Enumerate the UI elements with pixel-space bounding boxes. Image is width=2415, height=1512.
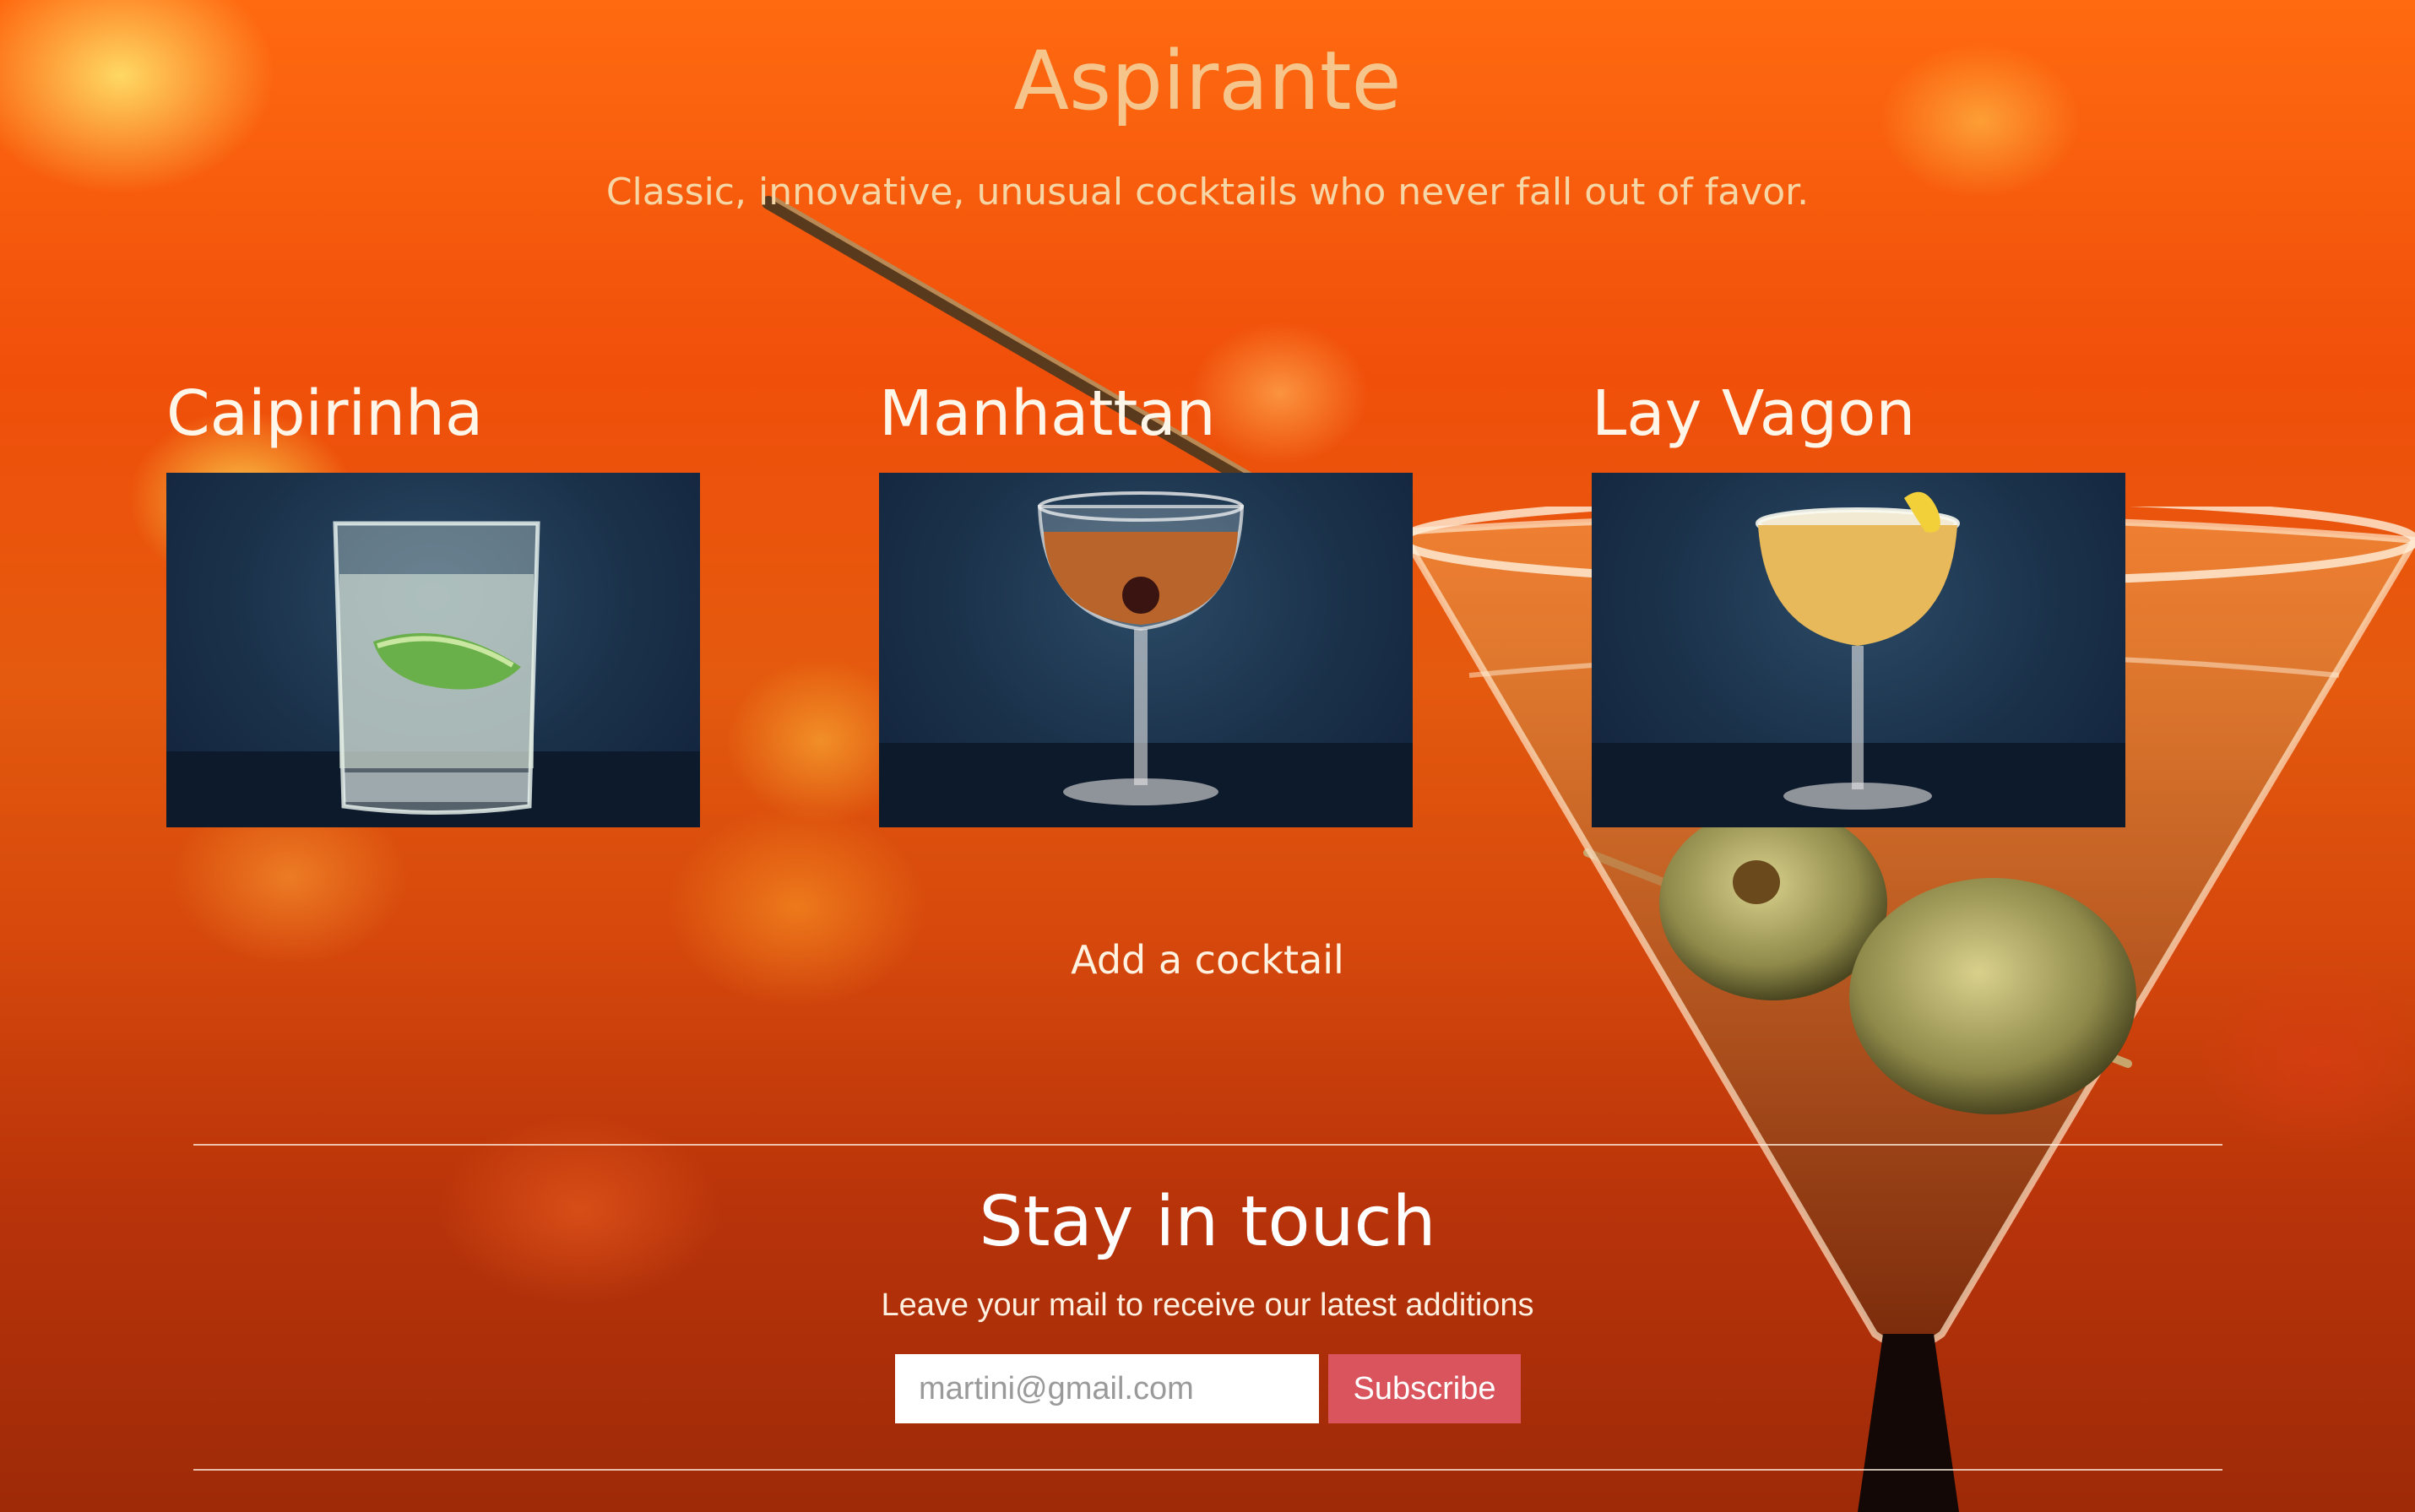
cocktail-photo-lay-vagon[interactable] — [1592, 473, 2125, 827]
add-cocktail-link[interactable]: Add a cocktail — [1039, 937, 1376, 983]
cocktail-card-caipirinha[interactable]: Caipirinha — [166, 371, 700, 827]
newsletter-subtitle: Leave your mail to receive our latest ad… — [881, 1287, 1534, 1323]
divider-top — [193, 1144, 2222, 1146]
newsletter-title: Stay in touch — [979, 1182, 1436, 1262]
cocktail-card-lay-vagon[interactable]: Lay Vagon — [1592, 371, 2125, 827]
coupe-glass-icon — [879, 491, 1413, 827]
cocktail-name[interactable]: Lay Vagon — [1592, 371, 2125, 473]
cocktail-photo-manhattan[interactable] — [879, 473, 1413, 827]
subscribe-button[interactable]: Subscribe — [1328, 1354, 1521, 1423]
cocktail-photo-caipirinha[interactable] — [166, 473, 700, 827]
rocks-glass-icon — [166, 521, 700, 827]
page-content: Aspirante Classic, innovative, unusual c… — [0, 0, 2415, 1512]
cocktail-card-manhattan[interactable]: Manhattan — [879, 371, 1413, 827]
divider-bottom — [193, 1469, 2222, 1471]
site-title: Aspirante — [1013, 34, 1402, 128]
cocktail-name[interactable]: Caipirinha — [166, 371, 700, 473]
email-input[interactable] — [895, 1354, 1319, 1423]
cocktail-name[interactable]: Manhattan — [879, 371, 1413, 473]
tagline: Classic, innovative, unusual cocktails w… — [605, 171, 1810, 214]
coupe-glass-lemon-icon — [1592, 491, 2125, 827]
